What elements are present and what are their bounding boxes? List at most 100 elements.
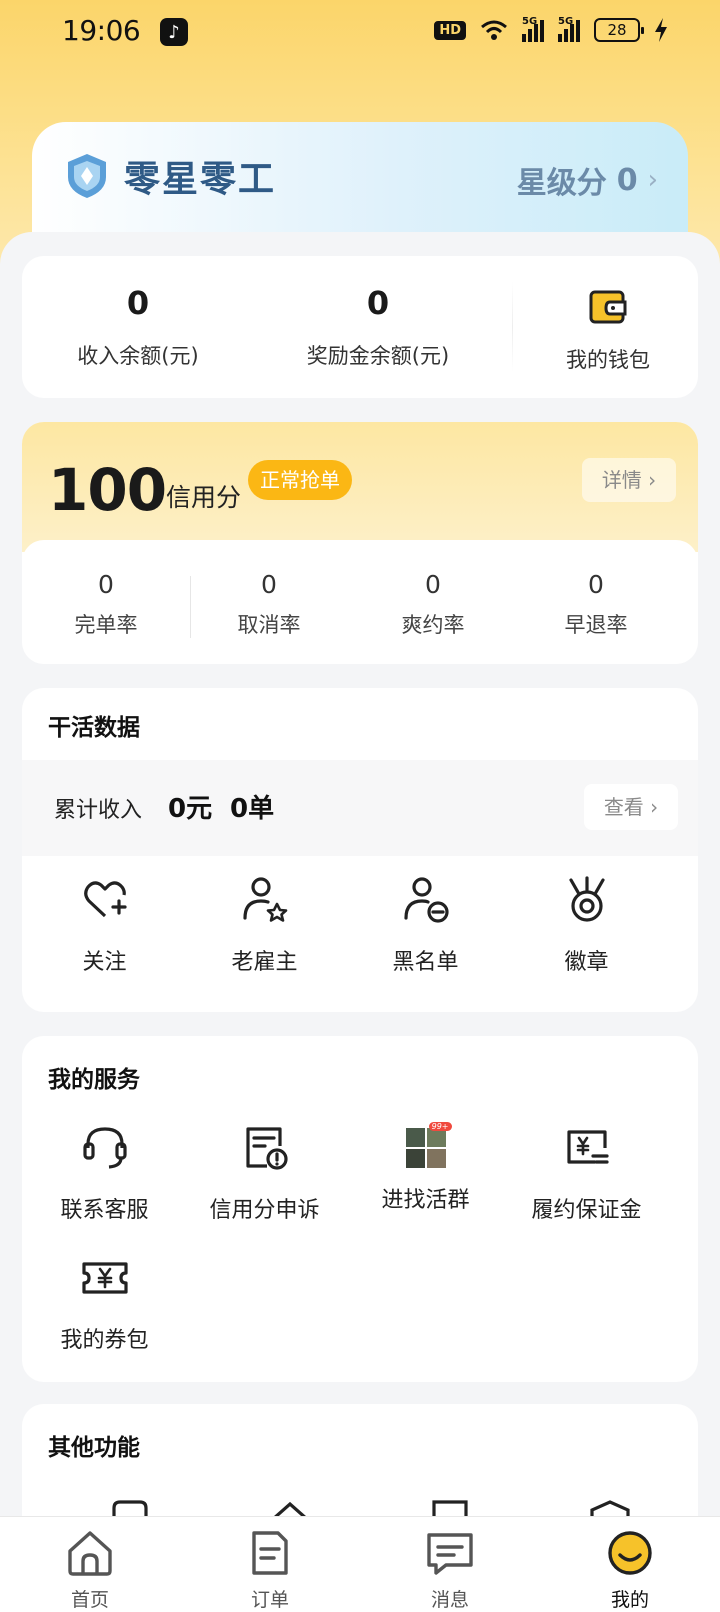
rate-early-leave: 0 早退率	[512, 570, 680, 639]
tiktok-notification-icon: ♪	[160, 18, 188, 46]
rate-no-show: 0 爽约率	[349, 570, 517, 639]
star-score[interactable]: 星级分 0 ›	[517, 158, 658, 202]
wallet-divider	[512, 282, 513, 372]
old-employer-label: 老雇主	[231, 950, 298, 975]
rate-value: 0	[425, 570, 441, 599]
bonus-balance-label: 奖励金余额(元)	[306, 344, 450, 368]
credit-score-unit: 信用分	[166, 483, 242, 512]
my-wallet-label: 我的钱包	[566, 348, 650, 372]
credit-score-card: 100 信用分 正常抢单 详情 › 0 完单率 0 取消率 0 爽约率 0 早退…	[22, 422, 698, 664]
tab-label: 订单	[250, 1589, 289, 1611]
cumulative-income-row: 累计收入 0元 0单 查看 ›	[22, 760, 698, 856]
follow-label: 关注	[82, 950, 127, 975]
contact-support-button[interactable]: 联系客服	[22, 1122, 187, 1224]
chevron-right-icon: ›	[647, 165, 658, 195]
rate-value: 0	[98, 570, 114, 599]
tab-label: 消息	[430, 1589, 469, 1611]
badge-label: 徽章	[564, 950, 609, 975]
home-icon	[68, 1531, 112, 1576]
view-income-button[interactable]: 查看 ›	[584, 784, 678, 830]
my-services-card: 我的服务 联系客服 信用分申诉 99+ 进找活群 履约保证金 我的券包	[22, 1036, 698, 1382]
credit-rates: 0 完单率 0 取消率 0 爽约率 0 早退率	[22, 540, 698, 664]
coupon-wallet-button[interactable]: 我的券包	[22, 1252, 187, 1354]
document-alert-icon	[245, 1127, 288, 1170]
unread-badge: 99+	[428, 1122, 452, 1131]
orders-icon	[252, 1531, 288, 1575]
rate-value: 0	[588, 570, 604, 599]
old-employer-button[interactable]: 老雇主	[182, 874, 347, 976]
message-icon	[427, 1533, 473, 1575]
profile-smile-icon	[608, 1531, 652, 1575]
tab-label: 我的	[610, 1589, 649, 1611]
status-time: 19:06	[62, 14, 141, 47]
join-job-group-label: 进找活群	[381, 1188, 470, 1213]
bonus-balance[interactable]: 0 奖励金余额(元)	[288, 284, 468, 370]
medal-icon	[568, 876, 605, 922]
rate-cancel: 0 取消率	[185, 570, 353, 639]
tab-messages[interactable]: 消息	[390, 1527, 510, 1612]
join-job-group-button[interactable]: 99+ 进找活群	[343, 1122, 508, 1214]
deposit-label: 履约保证金	[531, 1198, 642, 1223]
cumulative-income-label: 累计收入	[54, 798, 143, 823]
tab-profile[interactable]: 我的	[570, 1527, 690, 1612]
heart-plus-icon	[83, 881, 127, 918]
yen-card-icon	[566, 1130, 609, 1164]
credit-appeal-label: 信用分申诉	[209, 1198, 320, 1223]
brand-title: 零星零工	[124, 159, 277, 200]
charging-icon	[655, 18, 667, 42]
headset-icon	[82, 1127, 127, 1169]
credit-detail-label: 详情	[601, 468, 642, 492]
other-functions-title: 其他功能	[48, 1435, 140, 1461]
credit-detail-button[interactable]: 详情 ›	[582, 458, 676, 502]
star-score-value: 0	[616, 162, 638, 198]
coupon-wallet-label: 我的券包	[60, 1328, 149, 1353]
wifi-icon	[481, 20, 507, 40]
battery-indicator: 28	[594, 18, 644, 42]
follow-button[interactable]: 关注	[22, 874, 187, 976]
cellular-signal-1-icon: 5G	[522, 16, 544, 42]
rate-label: 取消率	[237, 613, 301, 637]
credit-score-value: 100	[48, 456, 167, 524]
deposit-button[interactable]: 履约保证金	[504, 1122, 669, 1224]
tab-label: 首页	[70, 1589, 109, 1611]
hd-voice-icon: HD	[434, 20, 466, 40]
bottom-tab-bar: 首页 订单 消息 我的	[0, 1516, 720, 1612]
view-income-label: 查看	[603, 795, 644, 819]
rate-value: 0	[261, 570, 277, 599]
income-balance[interactable]: 0 收入余额(元)	[48, 284, 228, 370]
income-balance-value: 0	[126, 284, 150, 322]
rate-label: 早退率	[564, 613, 628, 637]
tab-orders[interactable]: 订单	[210, 1527, 330, 1612]
grab-order-status-badge: 正常抢单	[248, 460, 352, 500]
bonus-balance-value: 0	[366, 284, 390, 322]
income-balance-label: 收入余额(元)	[77, 344, 199, 368]
blacklist-button[interactable]: 黑名单	[343, 874, 508, 976]
coupon-icon	[81, 1262, 128, 1294]
rate-completion: 0 完单率	[22, 570, 190, 639]
rate-label: 爽约率	[401, 613, 465, 637]
cumulative-order-count: 0单	[230, 794, 275, 824]
credit-appeal-button[interactable]: 信用分申诉	[182, 1122, 347, 1224]
rate-label: 完单率	[74, 613, 138, 637]
work-data-card: 干活数据 累计收入 0元 0单 查看 › 关注 老雇主 黑名单 徽章	[22, 688, 698, 1012]
wallet-card: 0 收入余额(元) 0 奖励金余额(元) 我的钱包	[22, 256, 698, 398]
star-score-label: 星级分	[516, 166, 607, 201]
status-bar: 19:06 ♪ HD 5G 5G 28	[0, 0, 720, 64]
user-star-icon	[242, 877, 287, 922]
shield-badge-icon	[68, 154, 106, 198]
wallet-icon	[589, 290, 627, 324]
blacklist-label: 黑名单	[392, 950, 459, 975]
cellular-signal-2-icon: 5G	[558, 16, 580, 42]
work-data-title: 干活数据	[48, 715, 140, 741]
contact-support-label: 联系客服	[60, 1198, 149, 1223]
chevron-right-icon: ›	[650, 795, 659, 819]
user-block-icon	[403, 877, 449, 923]
tab-home[interactable]: 首页	[30, 1527, 150, 1612]
chevron-right-icon: ›	[648, 468, 657, 492]
my-wallet-button[interactable]: 我的钱包	[528, 286, 688, 374]
cumulative-income-amount: 0元	[168, 794, 213, 824]
group-thumbnail-icon: 99+	[405, 1122, 452, 1168]
my-services-title: 我的服务	[48, 1067, 140, 1093]
credit-score-header: 100 信用分 正常抢单 详情 ›	[22, 422, 698, 552]
badge-button[interactable]: 徽章	[504, 874, 669, 976]
